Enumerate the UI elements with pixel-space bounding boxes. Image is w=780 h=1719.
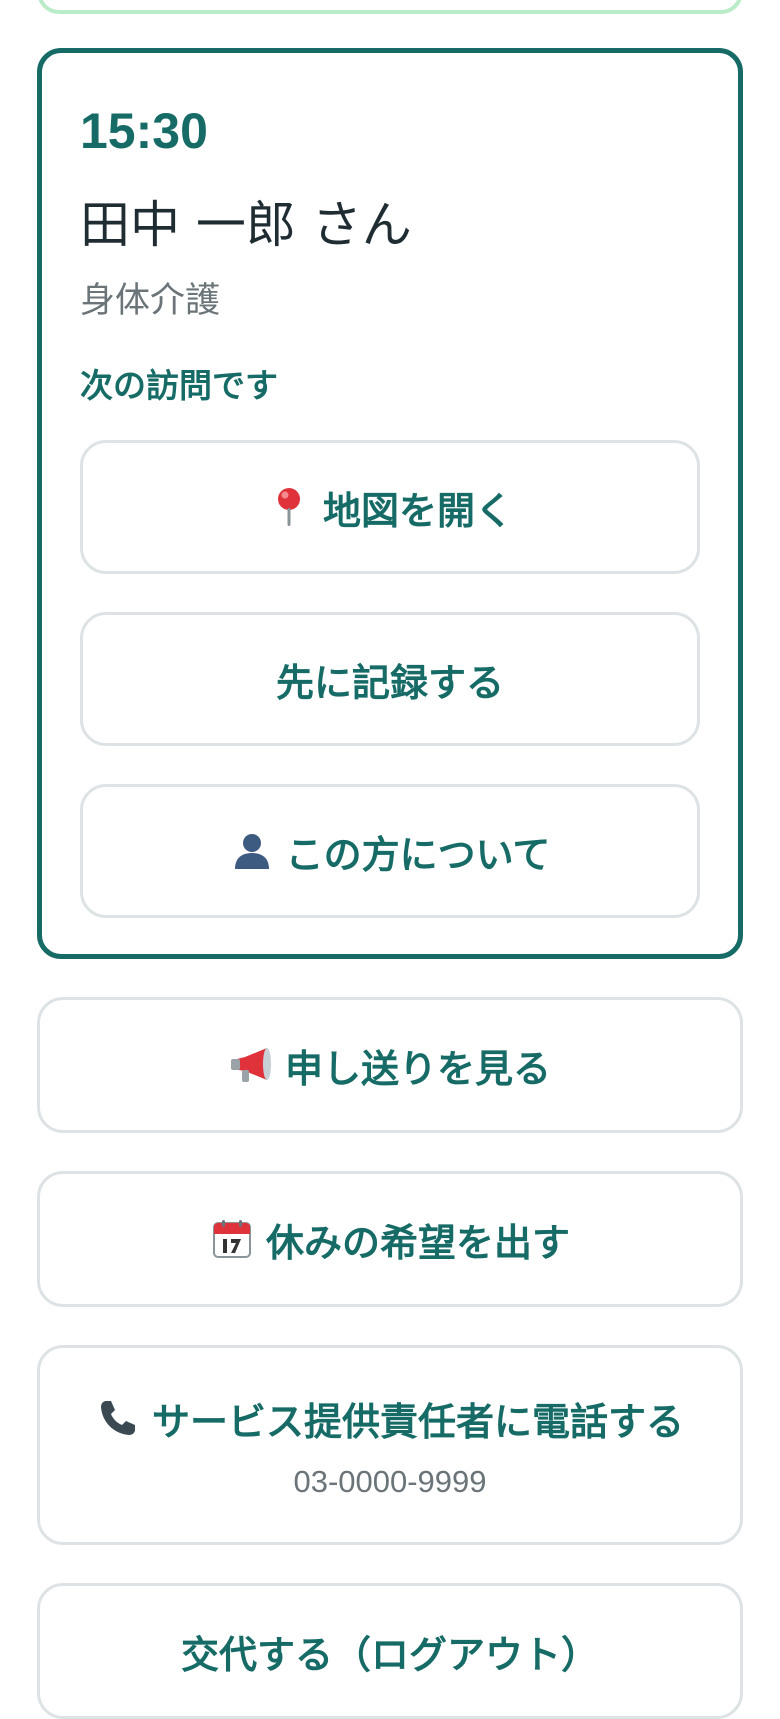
open-map-label: 地図を開く [322,488,513,533]
phone-icon [96,1396,140,1440]
day-off-request-label: 休みの希望を出す [265,1220,570,1265]
map-pin-icon [267,485,311,529]
person-icon [230,829,274,873]
logout-button[interactable]: 交代する（ログアウト） [37,1583,743,1719]
home-content: 15:30 田中 一郎 さん 身体介護 次の訪問です 地図を開く 先に記録する [37,0,743,1719]
calendar-icon [210,1217,254,1261]
handover-button[interactable]: 申し送りを見る [37,997,743,1133]
record-first-label: 先に記録する [275,660,504,705]
day-off-request-button[interactable]: 休みの希望を出す [37,1171,743,1307]
open-map-button[interactable]: 地図を開く [80,440,700,574]
manager-phone-number: 03-0000-9999 [293,1463,487,1499]
handover-label: 申し送りを見る [284,1046,551,1091]
client-name: 田中 一郎 さん [80,196,412,254]
next-visit-label: 次の訪問です [80,366,278,405]
service-type: 身体介護 [80,281,221,321]
previous-visit-card[interactable] [37,0,743,14]
call-manager-label: サービス提供責任者に電話する [151,1399,684,1444]
next-visit-card: 15:30 田中 一郎 さん 身体介護 次の訪問です 地図を開く 先に記録する [37,48,743,959]
about-client-label: この方について [285,832,551,877]
visit-time: 15:30 [80,103,208,159]
logout-label: 交代する（ログアウト） [180,1632,599,1677]
megaphone-icon [229,1043,273,1087]
about-client-button[interactable]: この方について [80,784,700,918]
record-first-button[interactable]: 先に記録する [80,612,700,746]
call-manager-button[interactable]: サービス提供責任者に電話する 03-0000-9999 [37,1345,743,1545]
